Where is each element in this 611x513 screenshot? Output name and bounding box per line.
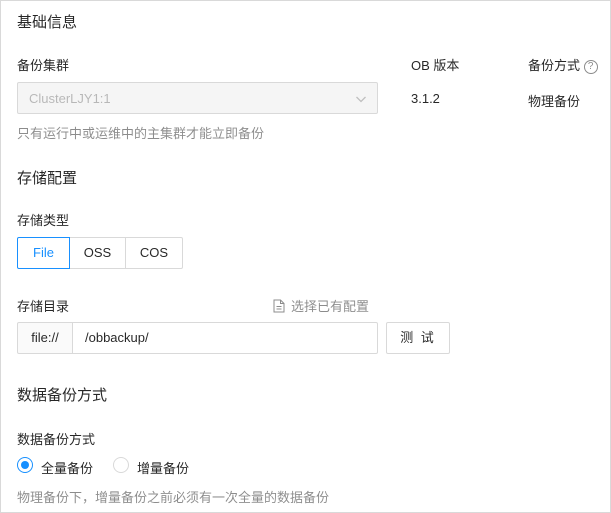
storage-type-label: 存储类型 xyxy=(17,213,70,228)
backup-method-label-text: 备份方式 xyxy=(528,58,581,73)
backup-method-label: 备份方式 ? xyxy=(528,55,598,74)
data-backup-label: 数据备份方式 xyxy=(17,432,96,447)
full-backup-radio[interactable] xyxy=(17,457,33,473)
data-backup-hint: 物理备份下，增量备份之前必须有一次全量的数据备份 xyxy=(17,490,330,505)
section-title-basic-info: 基础信息 xyxy=(17,14,78,31)
ob-version-value: 3.1.2 xyxy=(411,91,440,106)
test-button[interactable]: 测 试 xyxy=(386,322,450,354)
file-icon xyxy=(273,299,285,316)
ob-version-label: OB 版本 xyxy=(411,58,460,73)
storage-dir-label: 存储目录 xyxy=(17,299,70,314)
question-circle-icon[interactable]: ? xyxy=(583,59,598,74)
storage-type-cos[interactable]: COS xyxy=(125,237,183,269)
incremental-backup-radio[interactable] xyxy=(113,457,129,473)
storage-type-oss[interactable]: OSS xyxy=(69,237,126,269)
chevron-down-icon xyxy=(355,93,367,108)
full-backup-label[interactable]: 全量备份 xyxy=(41,458,93,477)
cluster-hint: 只有运行中或运维中的主集群才能立即备份 xyxy=(17,126,265,141)
section-title-storage: 存储配置 xyxy=(17,170,78,187)
backup-method-value: 物理备份 xyxy=(528,94,581,109)
storage-type-radio-group: File OSS COS xyxy=(17,237,183,269)
cluster-label: 备份集群 xyxy=(17,58,70,73)
incremental-backup-label[interactable]: 增量备份 xyxy=(137,458,189,477)
section-title-data-backup: 数据备份方式 xyxy=(17,387,108,404)
cluster-select[interactable]: ClusterLJY1:1 xyxy=(17,82,378,114)
select-existing-config-link[interactable]: 选择已有配置 xyxy=(273,296,369,316)
storage-prefix-addon: file:// xyxy=(17,322,73,354)
cluster-select-value: ClusterLJY1:1 xyxy=(29,91,111,106)
select-existing-config-text: 选择已有配置 xyxy=(291,299,370,314)
storage-type-file[interactable]: File xyxy=(17,237,70,269)
backup-config-panel: 基础信息 备份集群 OB 版本 备份方式 ? ClusterLJY1:1 3.1… xyxy=(0,0,611,513)
storage-dir-input[interactable]: /obbackup/ xyxy=(72,322,378,354)
